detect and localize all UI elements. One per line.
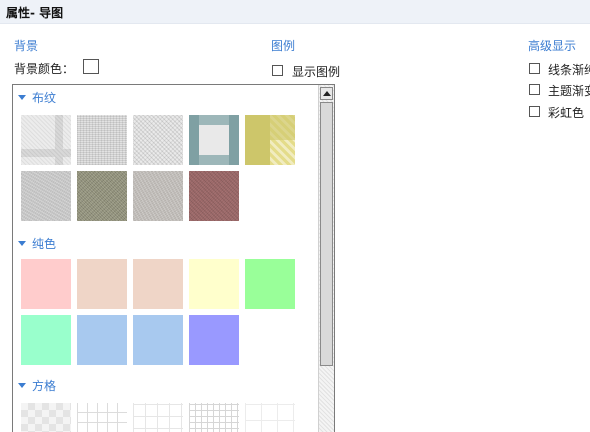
grid-swatch-5[interactable] — [245, 403, 295, 432]
background-pattern-panel: 布纹 纯色 方格 — [12, 84, 335, 432]
show-legend-label: 显示图例 — [292, 65, 341, 79]
grid-swatch-3[interactable] — [133, 403, 183, 432]
solid-color-swatch[interactable] — [133, 315, 183, 365]
theme-gradient-label: 主题渐变 — [548, 84, 590, 98]
background-heading: 背景 — [14, 39, 39, 53]
category-texture-label: 布纹 — [32, 91, 57, 105]
grid-swatch-4[interactable] — [189, 403, 239, 432]
advanced-heading: 高级显示 — [528, 39, 577, 53]
texture-swatch-6[interactable] — [21, 171, 71, 221]
texture-swatch-9[interactable] — [189, 171, 239, 221]
category-grid-label: 方格 — [32, 379, 57, 393]
scrollbar-thumb[interactable] — [320, 102, 333, 366]
title-bar: 属性- 导图 — [0, 0, 590, 24]
pattern-scrollbar[interactable] — [318, 85, 334, 432]
category-texture[interactable]: 布纹 — [18, 89, 56, 106]
expand-triangle-icon — [18, 95, 26, 100]
window-title: 属性- 导图 — [6, 6, 64, 20]
solid-color-swatch[interactable] — [133, 259, 183, 309]
solid-color-swatch[interactable] — [189, 315, 239, 365]
expand-triangle-icon — [18, 241, 26, 246]
solid-color-swatch[interactable] — [21, 315, 71, 365]
show-legend-checkbox[interactable] — [272, 65, 283, 76]
legend-heading: 图例 — [271, 39, 296, 53]
theme-gradient-checkbox[interactable] — [529, 84, 540, 95]
texture-swatch-8[interactable] — [133, 171, 183, 221]
solid-color-swatch[interactable] — [245, 259, 295, 309]
solid-color-swatch[interactable] — [21, 259, 71, 309]
texture-swatch-3[interactable] — [133, 115, 183, 165]
texture-swatch-1[interactable] — [21, 115, 71, 165]
category-solid[interactable]: 纯色 — [18, 235, 56, 252]
category-solid-label: 纯色 — [32, 237, 57, 251]
line-gradient-checkbox[interactable] — [529, 63, 540, 74]
expand-triangle-icon — [18, 383, 26, 388]
grid-swatch-2[interactable] — [77, 403, 127, 432]
texture-swatch-4[interactable] — [189, 115, 239, 165]
line-gradient-label: 线条渐纯 — [548, 63, 590, 77]
background-color-label: 背景颜色： — [14, 62, 75, 76]
solid-color-swatch[interactable] — [77, 315, 127, 365]
rainbow-label: 彩虹色 — [548, 106, 585, 120]
grid-swatch-1[interactable] — [21, 403, 71, 432]
texture-swatch-2[interactable] — [77, 115, 127, 165]
solid-color-swatch[interactable] — [77, 259, 127, 309]
category-grid[interactable]: 方格 — [18, 377, 56, 394]
solid-color-swatch[interactable] — [189, 259, 239, 309]
texture-swatch-7[interactable] — [77, 171, 127, 221]
background-color-swatch[interactable] — [83, 59, 99, 74]
rainbow-checkbox[interactable] — [529, 106, 540, 117]
scroll-up-arrow-icon[interactable] — [320, 87, 333, 100]
texture-swatch-5[interactable] — [245, 115, 295, 165]
